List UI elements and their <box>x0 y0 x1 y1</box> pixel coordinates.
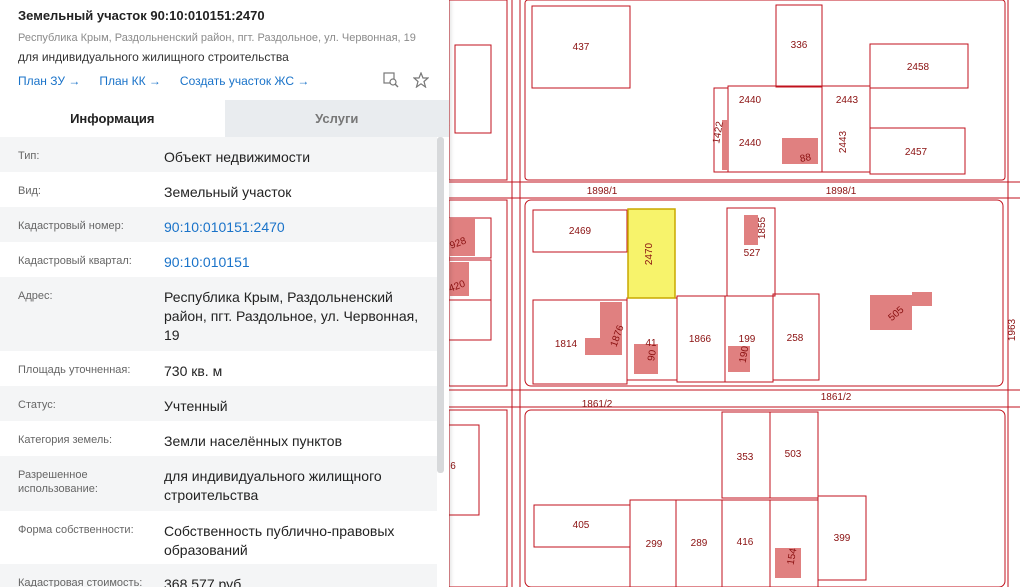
row-value: Земельный участок <box>164 184 292 200</box>
parcel-label: 2469 <box>569 226 592 237</box>
info-panel: Земельный участок 90:10:010151:2470 Респ… <box>0 0 449 587</box>
row-kind: Вид: Земельный участок <box>0 172 437 207</box>
row-value: Земли населённых пунктов <box>164 433 343 449</box>
parcel-label: 2440 <box>739 95 762 106</box>
row-status: Статус: Учтенный <box>0 386 437 421</box>
parcel-label: 1866 <box>689 334 712 345</box>
create-parcel-link[interactable]: Создать участок ЖС → <box>180 74 309 88</box>
tab-services[interactable]: Услуги <box>224 100 449 137</box>
row-cadastral-quarter: Кадастровый квартал: 90:10:010151 <box>0 242 437 277</box>
parcel-label: 1861/2 <box>821 392 852 403</box>
row-type: Тип: Объект недвижимости <box>0 137 437 172</box>
parcel-label: 2457 <box>905 147 928 158</box>
parcel-label: 336 <box>791 40 808 51</box>
tab-info[interactable]: Информация <box>0 100 225 137</box>
parcel-label: 416 <box>737 537 754 548</box>
row-area: Площадь уточненная: 730 кв. м <box>0 351 437 386</box>
row-value: Республика Крым, Раздольненский район, п… <box>164 289 419 343</box>
row-land-category: Категория земель: Земли населённых пункт… <box>0 421 437 456</box>
row-label: Статус: <box>18 399 56 411</box>
row-value: Учтенный <box>164 398 228 414</box>
parcel-label: 1855 <box>757 216 768 239</box>
row-value: для индивидуального жилищного строительс… <box>164 468 382 503</box>
parcel-label: 2440 <box>739 138 762 149</box>
header-links: План ЗУ → План КК → Создать участок ЖС → <box>18 74 431 88</box>
row-label: Кадастровая стоимость: <box>18 577 143 587</box>
row-value: 730 кв. м <box>164 363 223 379</box>
row-label: Кадастровый квартал: <box>18 255 132 267</box>
parcel-label: 1898/1 <box>826 186 857 197</box>
parcel-label: 2443 <box>836 95 859 106</box>
star-icon[interactable] <box>412 71 430 91</box>
row-label: Площадь уточненная: <box>18 364 131 376</box>
row-label: Тип: <box>18 150 40 162</box>
parcel-purpose: для индивидуального жилищного строительс… <box>18 50 289 64</box>
parcel-label: 437 <box>573 42 590 53</box>
plan-kk-link[interactable]: План КК → <box>99 74 161 88</box>
parcel-label: 353 <box>737 452 754 463</box>
parcel-title: Земельный участок 90:10:010151:2470 <box>18 8 265 23</box>
parcel-label: 2458 <box>907 62 930 73</box>
row-cadastral-number: Кадастровый номер: 90:10:010151:2470 <box>0 207 437 242</box>
row-label: Кадастровый номер: <box>18 220 124 232</box>
parcel-label: 1963 <box>1007 318 1018 341</box>
row-address: Адрес: Республика Крым, Раздольненский р… <box>0 277 437 351</box>
parcel-label: 405 <box>573 520 590 531</box>
panel-header: Земельный участок 90:10:010151:2470 Респ… <box>0 0 449 94</box>
parcel-label: 399 <box>834 533 851 544</box>
row-label: Вид: <box>18 185 41 197</box>
parcel-label: 289 <box>691 538 708 549</box>
parcel-label: 299 <box>646 539 663 550</box>
parcel-label: 503 <box>785 449 802 460</box>
header-tools <box>383 71 430 91</box>
search-area-icon[interactable] <box>383 72 399 91</box>
row-value: 368 577 руб. <box>164 576 246 587</box>
parcel-label: 258 <box>787 333 804 344</box>
parcel-label: 527 <box>744 248 761 259</box>
parcel-label: 41 <box>645 338 657 349</box>
parcel-label: 199 <box>739 334 756 345</box>
row-label: Форма собственности: <box>18 524 134 536</box>
row-cadastral-cost: Кадастровая стоимость: 368 577 руб. <box>0 564 437 587</box>
parcel-label: 2443 <box>838 130 849 153</box>
row-value: Собственность публично-правовых образова… <box>164 523 395 558</box>
parcel-label: 1898/1 <box>587 186 618 197</box>
buildings <box>449 120 932 578</box>
panel-tabs: Информация Услуги <box>0 100 449 137</box>
parcel-label: 1814 <box>555 339 578 350</box>
panel-scrollbar[interactable] <box>437 137 444 473</box>
row-label: Адрес: <box>18 290 53 302</box>
cadastral-quarter-link[interactable]: 90:10:010151 <box>164 242 437 277</box>
row-permitted-use: Разрешенное использование: для индивидуа… <box>0 456 437 511</box>
parcel-label: 1861/2 <box>582 399 613 410</box>
row-ownership: Форма собственности: Собственность публи… <box>0 511 437 564</box>
cadastral-number-link[interactable]: 90:10:010151:2470 <box>164 207 437 242</box>
parcel-label: 6 <box>450 461 456 472</box>
row-value: Объект недвижимости <box>164 149 311 165</box>
row-label: Категория земель: <box>18 434 113 446</box>
parcel-label: 2470 <box>644 242 655 265</box>
parcel-address: Республика Крым, Раздольненский район, п… <box>18 32 416 44</box>
plan-zu-link[interactable]: План ЗУ → <box>18 74 80 88</box>
attribute-table: Тип: Объект недвижимости Вид: Земельный … <box>0 137 437 587</box>
row-label: Разрешенное использование: <box>18 469 98 495</box>
